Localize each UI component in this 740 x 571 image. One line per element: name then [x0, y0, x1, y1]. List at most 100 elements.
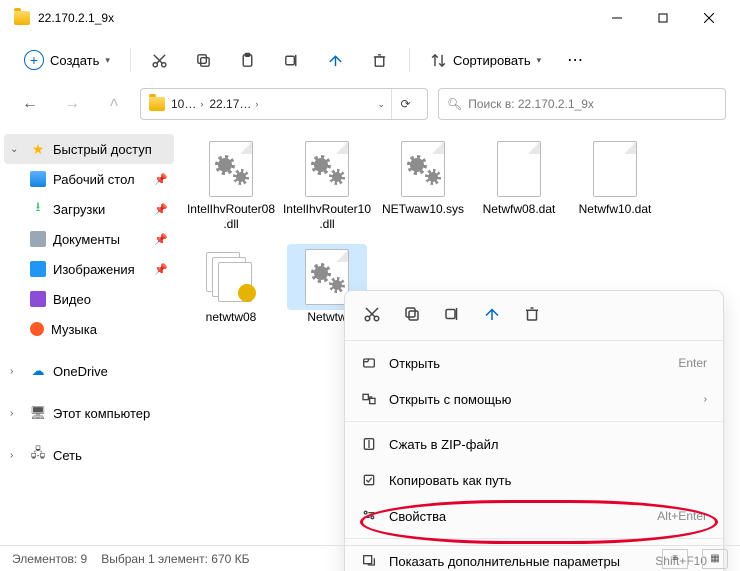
file-name: NETwaw10.sys [380, 202, 466, 217]
explorer-window: 22.170.2.1_9x + Создать ▾ Сортировать ▾ … [0, 0, 740, 571]
network-icon: 🖧 [30, 447, 46, 463]
new-button[interactable]: + Создать ▾ [14, 43, 120, 77]
cloud-icon: ☁ [30, 363, 46, 379]
video-icon [30, 291, 46, 307]
file-item[interactable]: Netwfw10.dat [568, 136, 662, 232]
rename-button[interactable] [443, 305, 461, 326]
cut-button[interactable] [141, 43, 179, 77]
ctx-properties[interactable]: Свойства Alt+Enter [345, 498, 723, 534]
chevron-down-icon: ▾ [537, 55, 542, 66]
pc-icon: 🖥 [30, 405, 46, 421]
context-icon-row [345, 299, 723, 336]
sort-label: Сортировать [453, 53, 531, 68]
pin-icon: 📌 [154, 173, 168, 186]
sidebar-onedrive[interactable]: › ☁ OneDrive [4, 356, 174, 386]
sidebar-pictures[interactable]: Изображения 📌 [4, 254, 174, 284]
dots-icon: ⋯ [567, 50, 585, 70]
music-icon [30, 322, 44, 336]
ctx-hint: Enter [678, 356, 707, 370]
chevron-down-icon[interactable]: ⌄ [10, 144, 18, 155]
file-item[interactable]: Netwfw08.dat [472, 136, 566, 232]
ctx-label: Свойства [389, 509, 645, 524]
sidebar-label: Быстрый доступ [53, 142, 152, 157]
file-item[interactable]: NETwaw10.sys [376, 136, 470, 232]
view-list-button[interactable]: ≡ [662, 549, 688, 569]
sidebar-documents[interactable]: Документы 📌 [4, 224, 174, 254]
search-icon: 🔍︎ [447, 97, 462, 111]
ctx-open[interactable]: Открыть Enter [345, 345, 723, 381]
sidebar-this-pc[interactable]: › 🖥 Этот компьютер [4, 398, 174, 428]
sort-button[interactable]: Сортировать ▾ [420, 43, 551, 77]
sidebar: ⌄ ★ Быстрый доступ Рабочий стол 📌 ⭳ Загр… [0, 124, 178, 544]
chevron-right-icon: › [704, 394, 707, 405]
separator [130, 48, 131, 72]
ctx-label: Открыть [389, 356, 666, 371]
crumb-2[interactable]: 22.17… [209, 97, 251, 111]
sidebar-label: Изображения [53, 262, 135, 277]
search-placeholder: Поиск в: 22.170.2.1_9x [468, 97, 594, 111]
pin-icon: 📌 [154, 263, 168, 276]
maximize-button[interactable] [640, 0, 686, 36]
separator [345, 340, 723, 341]
sidebar-downloads[interactable]: ⭳ Загрузки 📌 [4, 194, 174, 224]
share-button[interactable] [483, 305, 501, 326]
plus-icon: + [24, 50, 44, 70]
minimize-button[interactable] [594, 0, 640, 36]
toolbar: + Создать ▾ Сортировать ▾ ⋯ [0, 36, 740, 84]
search-input[interactable]: 🔍︎ Поиск в: 22.170.2.1_9x [438, 88, 726, 120]
delete-button[interactable] [361, 43, 399, 77]
cut-button[interactable] [363, 305, 381, 326]
sidebar-label: Видео [53, 292, 91, 307]
sidebar-network[interactable]: › 🖧 Сеть [4, 440, 174, 470]
chevron-down-icon[interactable]: ⌄ [377, 99, 385, 110]
share-button[interactable] [317, 43, 355, 77]
back-button[interactable]: ← [14, 88, 46, 120]
ctx-copy-path[interactable]: Копировать как путь [345, 462, 723, 498]
ctx-hint: Alt+Enter [657, 509, 707, 523]
paste-button[interactable] [229, 43, 267, 77]
close-button[interactable] [686, 0, 732, 36]
forward-button: → [56, 88, 88, 120]
new-label: Создать [50, 53, 99, 68]
chevron-right-icon: › [255, 99, 258, 109]
crumb-1[interactable]: 10… [171, 97, 196, 111]
status-bar: Элементов: 9 Выбран 1 элемент: 670 КБ ≡ … [0, 545, 740, 571]
file-item[interactable]: netwtw08 [184, 244, 278, 325]
rename-button[interactable] [273, 43, 311, 77]
desktop-icon [30, 171, 46, 187]
more-button[interactable]: ⋯ [557, 43, 595, 77]
ctx-label: Открыть с помощью [389, 392, 692, 407]
copy-button[interactable] [403, 305, 421, 326]
copy-button[interactable] [185, 43, 223, 77]
sidebar-quick-access[interactable]: ⌄ ★ Быстрый доступ [4, 134, 174, 164]
ctx-compress[interactable]: Сжать в ZIP-файл [345, 426, 723, 462]
sidebar-desktop[interactable]: Рабочий стол 📌 [4, 164, 174, 194]
chevron-right-icon[interactable]: › [10, 366, 13, 377]
document-icon [30, 231, 46, 247]
file-item[interactable]: IntelIhvRouter08.dll [184, 136, 278, 232]
view-grid-button[interactable]: ▦ [702, 549, 728, 569]
folder-icon [149, 97, 165, 111]
sidebar-music[interactable]: Музыка [4, 314, 174, 344]
breadcrumb[interactable]: 10…› 22.17…› ⌄ ⟳ [140, 88, 428, 120]
sidebar-label: Документы [53, 232, 120, 247]
context-menu: Открыть Enter Открыть с помощью › Сжать … [344, 290, 724, 571]
sidebar-label: Загрузки [53, 202, 105, 217]
address-bar-row: ← → ˄ 10…› 22.17…› ⌄ ⟳ 🔍︎ Поиск в: 22.17… [0, 84, 740, 124]
file-item[interactable]: IntelIhvRouter10.dll [280, 136, 374, 232]
ctx-open-with[interactable]: Открыть с помощью › [345, 381, 723, 417]
refresh-button[interactable]: ⟳ [391, 89, 419, 119]
sidebar-videos[interactable]: Видео [4, 284, 174, 314]
sidebar-label: Этот компьютер [53, 406, 150, 421]
chevron-right-icon[interactable]: › [10, 450, 13, 461]
separator [345, 538, 723, 539]
picture-icon [30, 261, 46, 277]
file-name: Netwtw [305, 310, 348, 325]
delete-button[interactable] [523, 305, 541, 326]
titlebar: 22.170.2.1_9x [0, 0, 740, 36]
chevron-right-icon[interactable]: › [10, 408, 13, 419]
up-button[interactable]: ˄ [98, 88, 130, 120]
download-icon: ⭳ [30, 201, 46, 217]
separator [345, 421, 723, 422]
sidebar-label: Рабочий стол [53, 172, 135, 187]
